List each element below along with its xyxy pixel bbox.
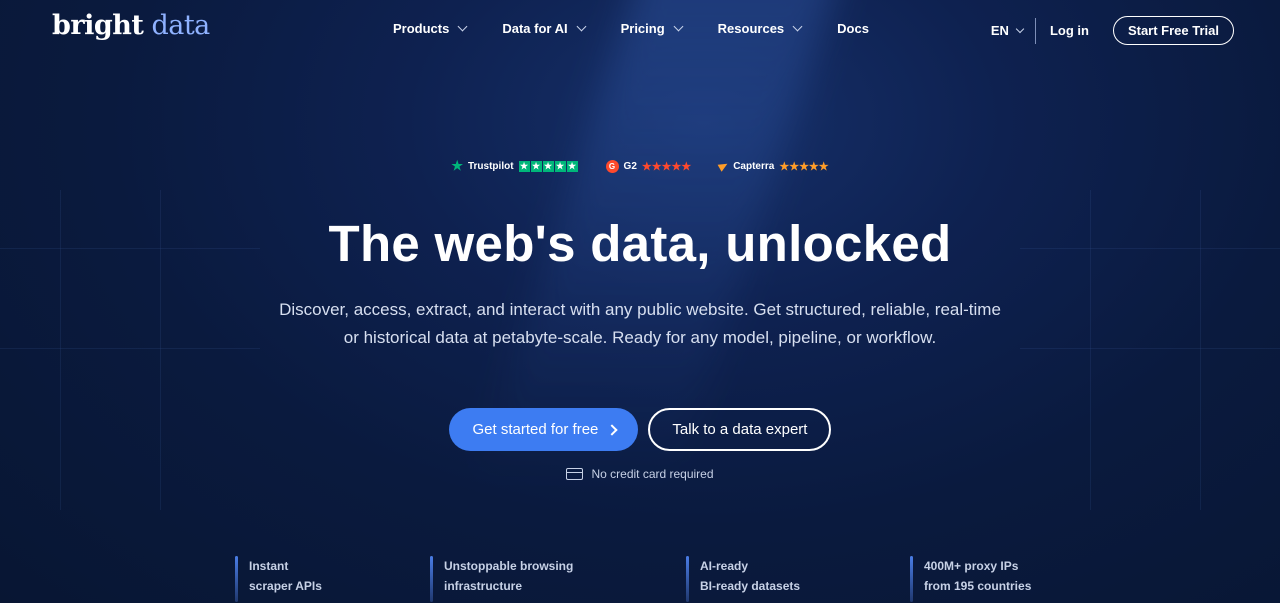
- capterra-stars: ★★★★★: [779, 160, 829, 173]
- get-started-label: Get started for free: [472, 421, 599, 438]
- cta-buttons: Get started for free Talk to a data expe…: [0, 408, 1280, 451]
- nav-item-label: Pricing: [620, 21, 665, 36]
- feature-line: infrastructure: [444, 579, 523, 593]
- no-credit-card-note: No credit card required: [0, 467, 1280, 481]
- no-credit-card-text: No credit card required: [591, 467, 714, 481]
- brand-logo-word1: bright: [52, 10, 144, 41]
- talk-to-expert-button[interactable]: Talk to a data expert: [648, 408, 832, 451]
- g2-logo-icon: G: [605, 159, 619, 173]
- chevron-down-icon: [792, 21, 803, 32]
- brand-logo-word2: data: [151, 10, 210, 41]
- nav-item-label: Docs: [837, 21, 869, 36]
- top-navigation: bright data Products Data for AI Pricing…: [0, 0, 1280, 60]
- trustpilot-rating[interactable]: ★ Trustpilot ★ ★ ★ ★ ★: [451, 158, 578, 174]
- feature-accent-bar: [686, 556, 689, 602]
- nav-item-label: Resources: [717, 21, 785, 36]
- nav-divider: [1034, 17, 1036, 44]
- hero-title: The web's data, unlocked: [328, 215, 952, 272]
- start-free-trial-button[interactable]: Start Free Trial: [1112, 16, 1234, 45]
- feature-accent-bar: [235, 556, 238, 602]
- review-ratings: ★ Trustpilot ★ ★ ★ ★ ★ G G2 ★★★★★ Capterra ★…: [0, 158, 1280, 174]
- g2-label: G2: [623, 160, 637, 172]
- main-menu: Products Data for AI Pricing Resources D…: [393, 21, 869, 36]
- nav-actions: EN Log in Start Free Trial: [991, 16, 1234, 45]
- feature-line: scraper APIs: [249, 579, 322, 593]
- trustpilot-stars: ★ ★ ★ ★ ★: [518, 160, 578, 172]
- feature-line: 400M+ proxy IPs: [924, 559, 1019, 573]
- chevron-down-icon: [457, 21, 468, 32]
- talk-to-expert-label: Talk to a data expert: [672, 421, 808, 438]
- feature-highlights: Instant scraper APIs Unstoppable browsin…: [0, 556, 1280, 603]
- get-started-button[interactable]: Get started for free: [448, 408, 639, 451]
- login-link[interactable]: Log in: [1050, 23, 1089, 38]
- nav-item-label: Data for AI: [502, 21, 568, 36]
- feature-line: Unstoppable browsing: [444, 559, 574, 573]
- nav-item-label: Products: [393, 21, 450, 36]
- hero-subtitle: Discover, access, extract, and interact …: [260, 296, 1020, 352]
- g2-rating[interactable]: G G2 ★★★★★: [605, 159, 692, 173]
- capterra-logo-icon: [717, 160, 730, 172]
- capterra-rating[interactable]: Capterra ★★★★★: [717, 160, 829, 173]
- feature-item: AI-ready BI-ready datasets: [686, 556, 800, 602]
- trustpilot-label: Trustpilot: [467, 160, 514, 172]
- nav-item-resources[interactable]: Resources: [717, 21, 803, 36]
- feature-line: AI-ready: [700, 559, 749, 573]
- nav-item-pricing[interactable]: Pricing: [620, 21, 684, 36]
- chevron-right-icon: [606, 423, 619, 436]
- g2-stars: ★★★★★: [641, 160, 692, 173]
- language-selector[interactable]: EN: [990, 23, 1025, 38]
- brand-logo[interactable]: bright data: [52, 10, 210, 41]
- nav-item-products[interactable]: Products: [393, 21, 468, 36]
- trustpilot-star-icon: ★: [451, 158, 463, 173]
- language-label: EN: [990, 23, 1009, 38]
- feature-accent-bar: [910, 556, 913, 602]
- chevron-down-icon: [673, 21, 684, 32]
- credit-card-icon: [566, 468, 584, 480]
- feature-item: Instant scraper APIs: [235, 556, 322, 602]
- capterra-label: Capterra: [733, 160, 775, 172]
- nav-item-docs[interactable]: Docs: [837, 21, 869, 36]
- feature-line: Instant: [249, 559, 289, 573]
- feature-item: 400M+ proxy IPs from 195 countries: [910, 556, 1031, 602]
- feature-line: BI-ready datasets: [700, 579, 801, 593]
- feature-item: Unstoppable browsing infrastructure: [430, 556, 573, 602]
- chevron-down-icon: [576, 21, 587, 32]
- feature-accent-bar: [430, 556, 433, 602]
- hero-subtitle-line: Discover, access, extract, and interact …: [279, 300, 1001, 319]
- feature-line: from 195 countries: [924, 579, 1032, 593]
- hero-subtitle-line: or historical data at petabyte-scale. Re…: [343, 328, 937, 347]
- chevron-down-icon: [1015, 24, 1025, 33]
- nav-item-data-for-ai[interactable]: Data for AI: [502, 21, 587, 36]
